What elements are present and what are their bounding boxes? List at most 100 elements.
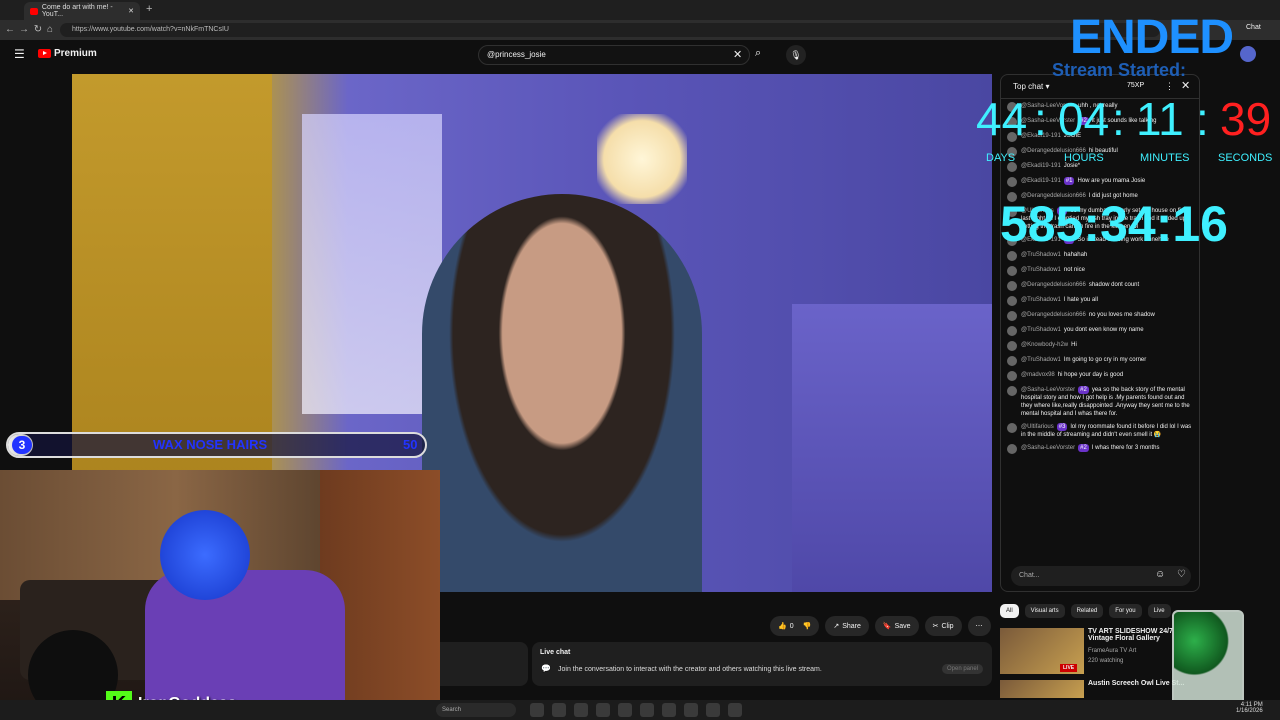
chat-avatar[interactable] <box>1007 177 1017 187</box>
taskbar-search[interactable]: Search <box>436 703 516 717</box>
open-panel-button[interactable]: Open panel <box>942 664 984 674</box>
chat-author[interactable]: @Ultifarious <box>1021 424 1054 430</box>
clear-search-icon[interactable]: ✕ <box>733 48 742 61</box>
discord-icon[interactable] <box>662 703 676 717</box>
chat-avatar[interactable] <box>1007 281 1017 291</box>
chat-author[interactable]: @madvox98 <box>1021 372 1055 378</box>
like-icon: 👍 <box>778 623 787 630</box>
chat-text: I hate you all <box>1063 297 1098 303</box>
chip-live[interactable]: Live <box>1147 604 1171 618</box>
heart-icon[interactable]: ♡ <box>1177 569 1186 580</box>
spotify-icon[interactable] <box>706 703 720 717</box>
chat-avatar[interactable] <box>1007 386 1017 396</box>
chat-avatar[interactable] <box>1007 341 1017 351</box>
recommendation-item[interactable]: LIVE TV ART SLIDESHOW 24/7 Vintage Flora… <box>1000 628 1190 676</box>
tab-title: Come do art with me! - YouT... <box>41 4 113 18</box>
chat-avatar[interactable] <box>1007 423 1017 433</box>
chat-avatar[interactable] <box>1007 311 1017 321</box>
recommendation-item[interactable]: Austin Screech Owl Live St... <box>1000 680 1190 700</box>
chip-related[interactable]: Related <box>1070 604 1104 618</box>
chat-author[interactable]: @Ekadi19-191 <box>1021 163 1061 169</box>
app-icon[interactable] <box>728 703 742 717</box>
photos-icon[interactable] <box>618 703 632 717</box>
logo-text: Premium <box>54 48 97 59</box>
chat-author[interactable]: @TruShadow1 <box>1021 327 1061 333</box>
url-bar[interactable]: https://www.youtube.com/watch?v=nNkFmTNC… <box>60 23 1160 37</box>
chat-bubble-icon: 💬 <box>541 664 551 673</box>
chat-avatar[interactable] <box>1007 371 1017 381</box>
chat-message: @Derangeddelusion666 no you loves me shad… <box>1007 311 1195 321</box>
taskbar-icons <box>530 703 742 717</box>
chat-rank-badge: #2 <box>1078 386 1089 394</box>
video-lamp <box>597 114 687 204</box>
more-options-icon[interactable]: ⋮ <box>1165 81 1174 92</box>
youtube-logo[interactable]: Premium <box>38 48 97 59</box>
chip-visual-arts[interactable]: Visual arts <box>1024 604 1065 618</box>
goal-progress-bar: 3 WAX NOSE HAIRS 50 <box>6 432 427 458</box>
chat-avatar[interactable] <box>1007 326 1017 336</box>
chrome-icon[interactable] <box>640 703 654 717</box>
goal-target: 50 <box>403 437 418 452</box>
clip-button[interactable]: ✂ Clip <box>924 616 962 636</box>
mail-icon[interactable] <box>596 703 610 717</box>
top-chat-dropdown[interactable]: Top chat ▾ <box>1013 82 1050 91</box>
dislike-icon[interactable]: 👎 <box>803 622 812 630</box>
timer-sep: : <box>1034 93 1047 145</box>
chat-author[interactable]: @Derangeddelusion666 <box>1021 282 1086 288</box>
chat-message: @Ekadi19-191 #1 How are you mama Josie <box>1007 177 1195 187</box>
chat-author[interactable]: @Sasha-LeeVorster <box>1021 445 1075 451</box>
mug-overlay <box>1172 610 1244 710</box>
chat-message: @Sasha-LeeVorster #2 yea so the back story… <box>1007 386 1195 418</box>
edge-icon[interactable] <box>552 703 566 717</box>
video-actions: 👍 0 👎 ↗ Share 🔖 Save ✂ Clip ⋯ <box>770 616 991 636</box>
search-input[interactable]: @princess_josie <box>478 45 750 65</box>
chat-author[interactable]: @Knowbody-h2w <box>1021 342 1068 348</box>
home-icon[interactable]: ⌂ <box>44 23 56 37</box>
chat-text: shadow dont count <box>1088 282 1140 288</box>
chat-author[interactable]: @Ekadi19-191 <box>1021 178 1061 184</box>
store-icon[interactable] <box>574 703 588 717</box>
top-chat-label: Top chat <box>1013 82 1044 91</box>
microphone-icon[interactable]: 🎙 <box>786 45 806 65</box>
recommendation-views: 220 watching <box>1088 658 1124 664</box>
obs-icon[interactable] <box>684 703 698 717</box>
timer-label-minutes: MINUTES <box>1140 152 1190 164</box>
chip-all[interactable]: All <box>1000 604 1019 618</box>
chip-for-you[interactable]: For you <box>1109 604 1142 618</box>
chat-author[interactable]: @TruShadow1 <box>1021 267 1061 273</box>
browser-tab[interactable]: Come do art with me! - YouT... ✕ <box>24 2 140 20</box>
chat-messages[interactable]: @Sasha-LeeVorster uhh , not really @Sasha-… <box>1001 99 1199 559</box>
forward-icon[interactable]: → <box>18 23 30 37</box>
save-label: Save <box>894 622 911 630</box>
avatar[interactable] <box>1240 46 1256 62</box>
more-actions-button[interactable]: ⋯ <box>967 616 991 636</box>
close-tab-icon[interactable]: ✕ <box>128 7 134 15</box>
xp-badge: 75XP <box>1127 82 1145 89</box>
new-tab-icon[interactable]: + <box>146 3 152 15</box>
back-icon[interactable]: ← <box>4 23 16 37</box>
share-button[interactable]: ↗ Share <box>825 616 869 636</box>
save-button[interactable]: 🔖 Save <box>874 616 919 636</box>
emoji-icon[interactable]: ☺ <box>1155 569 1165 580</box>
chat-author[interactable]: @TruShadow1 <box>1021 357 1061 363</box>
like-count: 0 <box>789 622 794 630</box>
chat-text: not nice <box>1063 267 1085 273</box>
chat-avatar[interactable] <box>1007 444 1017 454</box>
file-explorer-icon[interactable] <box>530 703 544 717</box>
reload-icon[interactable]: ↻ <box>32 23 44 37</box>
like-button[interactable]: 👍 0 👎 <box>770 616 820 636</box>
chat-avatar[interactable] <box>1007 266 1017 276</box>
taskbar-clock: 4:11 PM 1/16/2026 <box>1236 702 1263 714</box>
webcam-overlay: K IronGoddess <box>0 470 440 720</box>
chat-avatar[interactable] <box>1007 296 1017 306</box>
chat-author[interactable]: @Derangeddelusion666 <box>1021 312 1086 318</box>
goal-count: 3 <box>12 436 32 454</box>
chat-author[interactable]: @Sasha-LeeVorster <box>1021 387 1075 393</box>
menu-icon[interactable]: ☰ <box>14 47 25 61</box>
chat-rank-badge: #2 <box>1078 444 1089 452</box>
chat-author[interactable]: @TruShadow1 <box>1021 297 1061 303</box>
chat-avatar[interactable] <box>1007 356 1017 366</box>
chat-tab-button[interactable]: Chat <box>1246 24 1261 31</box>
search-icon[interactable]: ⌕ <box>755 47 761 60</box>
timer-days: 44 <box>976 93 1028 145</box>
